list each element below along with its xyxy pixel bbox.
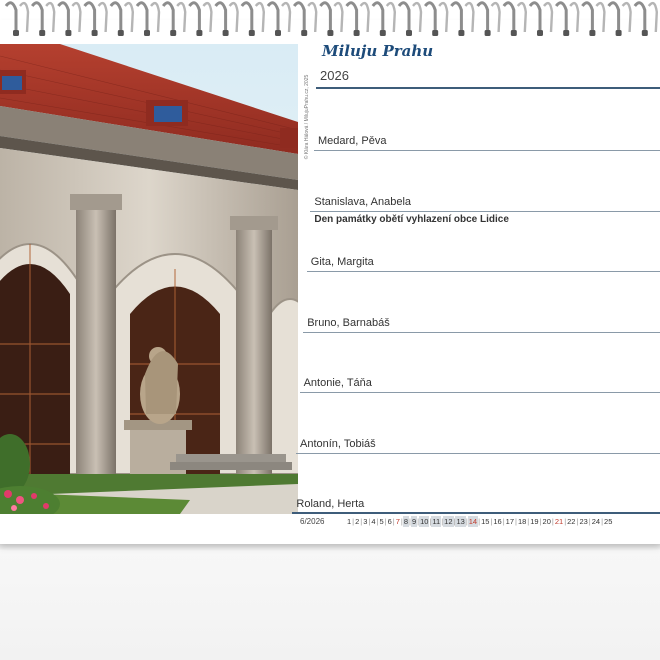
month-day: 21 (554, 517, 564, 526)
day-rule (310, 210, 660, 212)
spiral-ring (555, 1, 580, 36)
month-day: 24 (591, 517, 601, 526)
day-rule (299, 392, 660, 393)
photo-credit-text: © Klára Hálová / MilujuPrahu.cz, 2025 (304, 74, 310, 160)
month-rule (292, 512, 660, 514)
day-rule (303, 331, 660, 333)
month-day: 14 (467, 516, 479, 527)
month-day: 10 (419, 516, 430, 527)
spiral-ring (476, 1, 501, 36)
spiral-ring (528, 1, 554, 36)
photo-credit: © Klára Hálová / MilujuPrahu.cz, 2025 (298, 44, 310, 194)
day-names: Gita, Margita (310, 256, 374, 268)
spiral-ring (502, 1, 528, 36)
month-day: 20 (542, 517, 551, 526)
day-names: Bruno, Barnabáš (307, 316, 390, 329)
calendar-base (0, 544, 660, 550)
day-names: Antonín, Tobiáš (300, 437, 376, 450)
spiral-ring (450, 1, 475, 36)
spiral-ring (319, 1, 344, 36)
day-rule (306, 271, 660, 272)
day-rule (296, 452, 660, 454)
day-names: Medard, Pěva (318, 135, 387, 147)
spiral-ring (214, 1, 239, 36)
spiral-binding (4, 1, 660, 36)
month-day: 16 (493, 517, 502, 526)
spiral-ring (240, 1, 266, 36)
month-day: 25 (604, 517, 613, 526)
day-rule (314, 150, 660, 151)
spiral-ring (397, 1, 423, 36)
month-day: 23 (579, 517, 588, 526)
spiral-ring (581, 1, 606, 36)
spiral-ring (83, 1, 108, 36)
spiral-ring (162, 1, 187, 36)
spiral-ring (607, 1, 632, 36)
spiral-ring (345, 1, 370, 36)
prague-photo (0, 44, 298, 514)
month-day: 18 (517, 517, 527, 526)
spiral-ring (424, 1, 449, 36)
day-names: Antonie, Táňa (303, 377, 372, 389)
month-day: 12 (443, 516, 454, 527)
calendar-title: Miluju Prahu (322, 42, 434, 60)
day-note: Den památky obětí vyhlazení obce Lidice (314, 213, 509, 225)
spiral-ring (4, 1, 30, 36)
spiral-ring (266, 1, 292, 36)
spiral-ring (633, 1, 659, 36)
month-day: 11 (431, 516, 442, 527)
calendar-year: 2026 (320, 68, 349, 83)
month-day: 17 (505, 517, 514, 526)
spiral-ring (188, 1, 213, 36)
desk-surface (0, 550, 660, 660)
spiral-ring (57, 1, 82, 36)
day-names: Stanislava, Anabela (314, 195, 412, 208)
month-label: 6/2026 (300, 517, 325, 526)
spiral-ring (371, 1, 397, 36)
month-day: 15 (481, 517, 490, 526)
header-rule (316, 87, 660, 89)
month-day: 19 (530, 517, 539, 526)
spiral-ring (293, 1, 318, 36)
month-day: 13 (455, 516, 466, 527)
spiral-ring (135, 1, 161, 36)
spiral-ring (109, 1, 135, 36)
spiral-ring (31, 1, 56, 36)
day-names: Roland, Herta (296, 498, 365, 510)
month-day: 22 (567, 517, 576, 526)
month-day-strip: 1|2|3|4|5|6|7|8|9|10|11|12|13|14|15|16|1… (346, 516, 613, 527)
